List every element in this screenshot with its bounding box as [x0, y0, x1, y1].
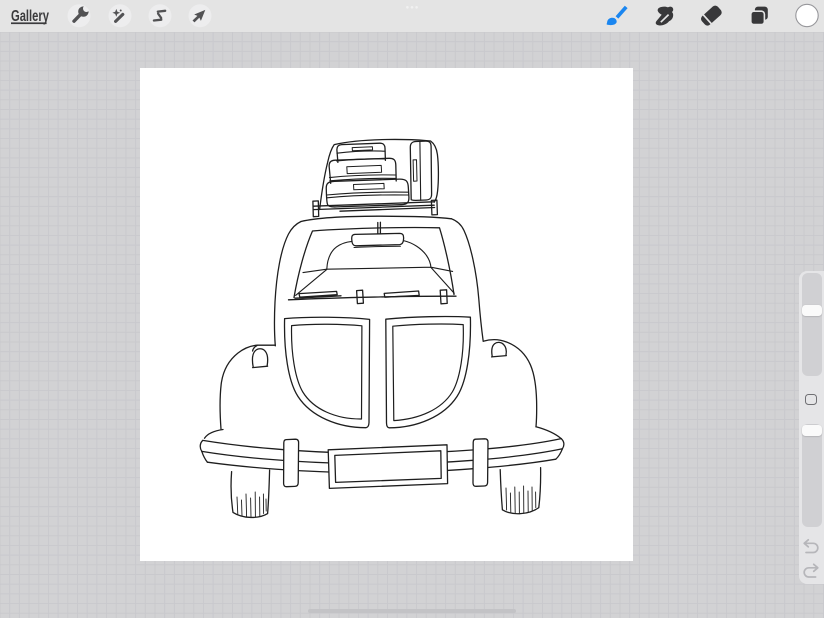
svg-text:Gallery: Gallery — [11, 6, 49, 25]
